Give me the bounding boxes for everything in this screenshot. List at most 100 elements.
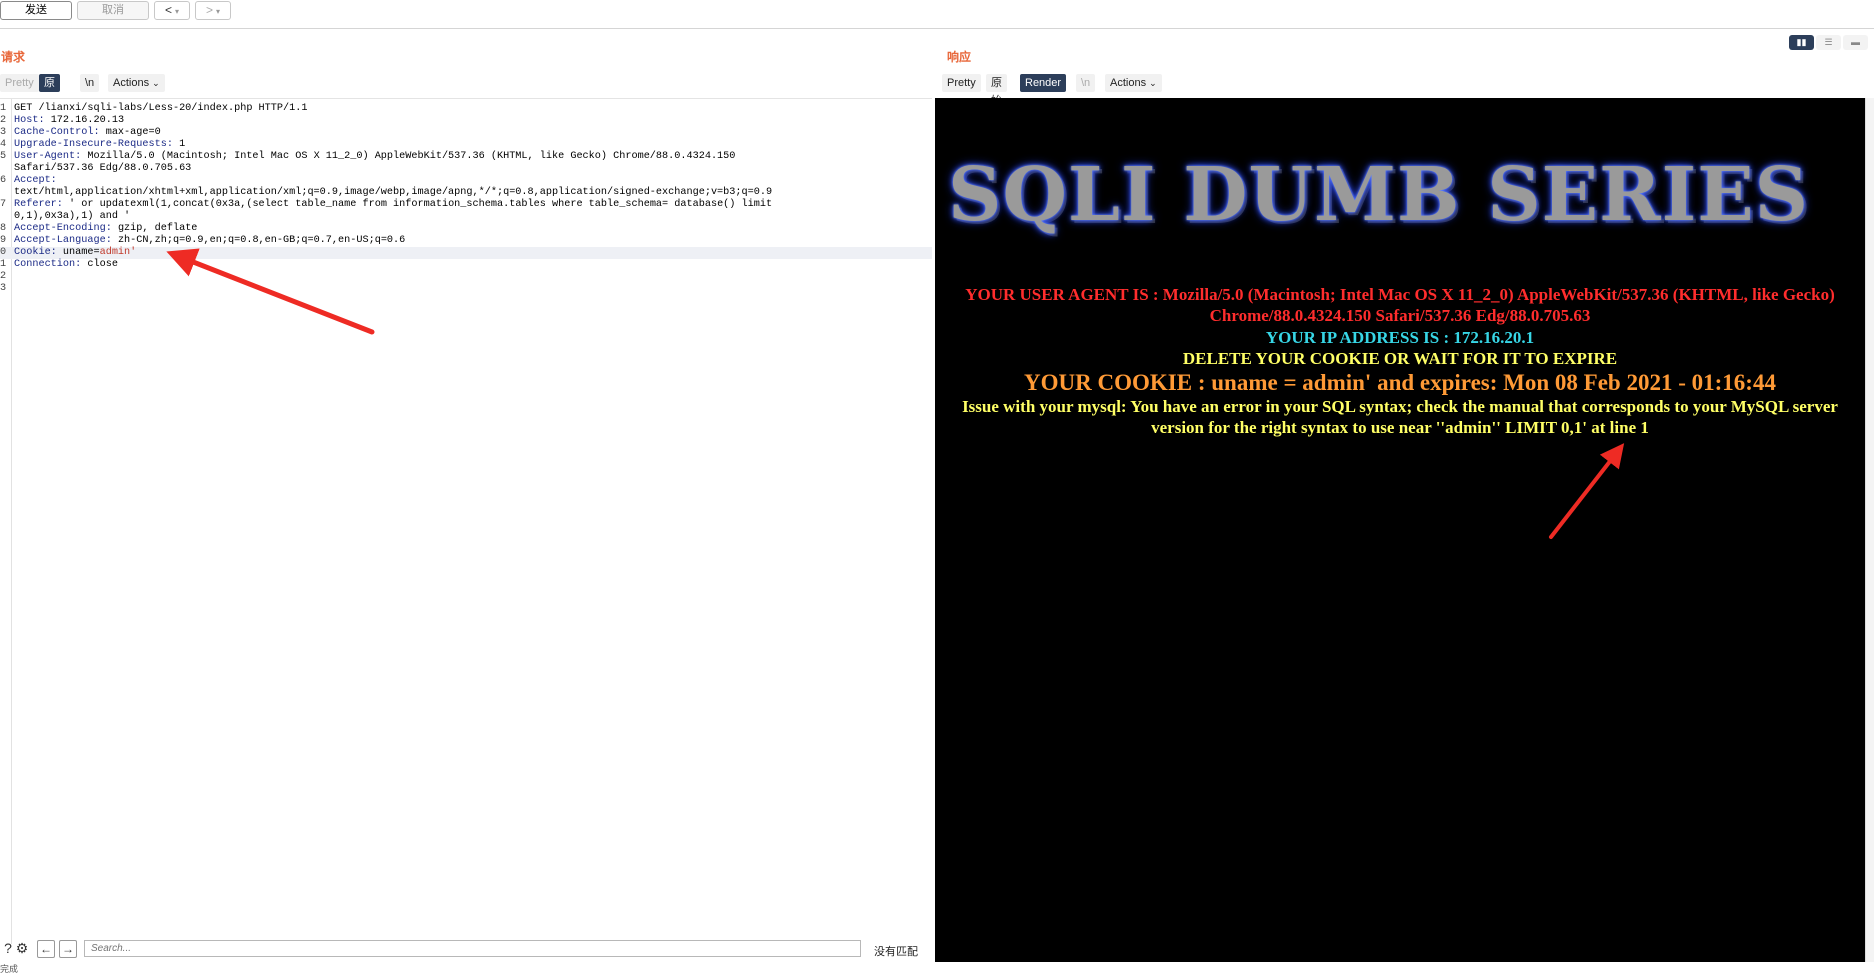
search-input[interactable] (84, 940, 861, 957)
line-text: Accept-Language: zh-CN,zh;q=0.9,en;q=0.8… (14, 235, 405, 247)
line-text: Upgrade-Insecure-Requests: 1 (14, 139, 185, 151)
line-number: 2 (0, 271, 7, 282)
tab-pretty[interactable]: Pretty (0, 74, 39, 92)
line-number: 7 (0, 199, 7, 210)
line-number: 9 (0, 235, 7, 246)
line-text: GET /lianxi/sqli-labs/Less-20/index.php … (14, 103, 307, 115)
line-number: 2 (0, 115, 7, 126)
line-text: text/html,application/xhtml+xml,applicat… (14, 187, 772, 199)
cancel-button[interactable]: 取消 (77, 1, 149, 20)
back-button[interactable]: < ▾ (154, 1, 190, 20)
header-name: Accept-Language: (14, 235, 112, 246)
header-value: 0,1),0x3a),1) and ' (14, 211, 131, 222)
line-text: 0,1),0x3a),1) and ' (14, 211, 130, 223)
line-number: 4 (0, 139, 7, 150)
line-number: 3 (0, 283, 7, 294)
line-text: Cache-Control: max-age=0 (14, 127, 161, 139)
actions-label: Actions (1110, 77, 1147, 89)
line-text: Safari/537.36 Edg/88.0.705.63 (14, 163, 191, 175)
sqli-banner: SQLI DUMB SERIES (948, 152, 1810, 238)
header-value: gzip, deflate (111, 223, 198, 234)
request-line[interactable]: 8 Accept-Encoding: gzip, deflate (0, 223, 932, 235)
request-editor[interactable]: 1 GET /lianxi/sqli-labs/Less-20/index.php… (0, 98, 932, 944)
request-line[interactable]: 7 Referer: ' or updatexml(1,concat(0x3a,(… (0, 199, 932, 211)
request-line[interactable]: 2 Host: 172.16.20.13 (0, 115, 932, 127)
request-line[interactable]: 3 Cache-Control: max-age=0 (0, 127, 932, 139)
forward-button[interactable]: > ▾ (195, 1, 231, 20)
line-text: Cookie: uname=admin' (14, 247, 136, 259)
forward-menu-icon[interactable]: ▾ (216, 7, 220, 16)
single-view-toggle[interactable]: ▬ (1843, 35, 1868, 50)
arrow-right-icon[interactable]: → (59, 940, 77, 958)
mysql-error-text: Issue with your mysql: You have an error… (962, 397, 1838, 437)
header-value: GET /lianxi/sqli-labs/Less-20/index.php … (14, 103, 308, 114)
request-line[interactable]: 1 GET /lianxi/sqli-labs/Less-20/index.php… (0, 103, 932, 115)
line-text: Host: 172.16.20.13 (14, 115, 124, 127)
line-number: 1 (0, 103, 7, 114)
line-text: Accept: (14, 175, 57, 187)
line-text: Referer: ' or updatexml(1,concat(0x3a,(s… (14, 199, 772, 211)
line-number: 6 (0, 175, 7, 186)
header-name: Connection: (14, 259, 82, 270)
header-value: Mozilla/5.0 (Macintosh; Intel Mac OS X 1… (81, 151, 736, 162)
back-menu-icon[interactable]: ▾ (175, 7, 179, 16)
header-value: close (81, 259, 118, 270)
header-name: Cookie: (14, 247, 57, 258)
request-line[interactable]: 2 (0, 271, 932, 283)
header-name: Referer: (14, 199, 63, 210)
line-text: Connection: close (14, 259, 118, 271)
response-panel-title: 响应 (947, 50, 972, 64)
request-line[interactable]: 6 Accept: (0, 175, 932, 187)
tab-render[interactable]: Render (1020, 74, 1067, 92)
header-name: Upgrade-Insecure-Requests: (14, 139, 173, 150)
line-number: 1 (0, 259, 7, 270)
header-value: Safari/537.36 Edg/88.0.705.63 (14, 163, 192, 174)
line-number: 0 (0, 247, 7, 258)
request-line[interactable]: text/html,application/xhtml+xml,applicat… (0, 187, 932, 199)
send-button[interactable]: 发送 (0, 1, 72, 20)
request-line[interactable]: 9 Accept-Language: zh-CN,zh;q=0.9,en;q=0.… (0, 235, 932, 247)
status-text: 完成 (0, 964, 19, 974)
ip-address-text: YOUR IP ADDRESS IS : 172.16.20.1 (1265, 328, 1535, 347)
line-number: 3 (0, 127, 7, 138)
actions-dropdown[interactable]: Actions ⌄ (108, 74, 165, 92)
request-line[interactable]: 5 User-Agent: Mozilla/5.0 (Macintosh; Int… (0, 151, 932, 163)
line-number: 8 (0, 223, 7, 234)
response-render-view: SQLI DUMB SERIES YOUR USER AGENT IS : Mo… (935, 98, 1865, 962)
tab-raw[interactable]: 原始 (39, 74, 60, 107)
tab-raw[interactable]: 原始 (986, 74, 1007, 107)
split-view-toggle[interactable]: ▮▮ (1789, 35, 1814, 50)
header-value: 172.16.20.13 (44, 115, 125, 126)
header-name: Accept-Encoding: (14, 223, 112, 234)
arrow-left-icon[interactable]: ← (37, 940, 55, 958)
line-text: User-Agent: Mozilla/5.0 (Macintosh; Inte… (14, 151, 735, 163)
cookie-text: YOUR COOKIE : uname = admin' and expires… (1024, 370, 1776, 395)
header-value: zh-CN,zh;q=0.9,en;q=0.8,en-GB;q=0.7,en-U… (111, 235, 406, 246)
back-arrow-icon: < (164, 3, 172, 17)
line-number: 5 (0, 151, 7, 162)
horizontal-view-toggle[interactable]: ☰ (1816, 35, 1841, 50)
request-search-bar: ? ⚙ ← → 没有匹配 (0, 938, 932, 962)
request-line[interactable]: 1 Connection: close (0, 259, 932, 271)
request-line[interactable]: 3 (0, 283, 932, 295)
chevron-down-icon: ⌄ (152, 78, 160, 88)
gear-icon[interactable]: ⚙ (14, 940, 30, 956)
chevron-down-icon: ⌄ (1149, 78, 1157, 88)
header-name: User-Agent: (14, 151, 82, 162)
tab-pretty[interactable]: Pretty (942, 74, 981, 92)
header-name: Cache-Control: (14, 127, 100, 138)
tab-newline[interactable]: \n (1076, 74, 1096, 92)
tab-newline[interactable]: \n (80, 74, 100, 92)
request-line[interactable]: Safari/537.36 Edg/88.0.705.63 (0, 163, 932, 175)
actions-dropdown[interactable]: Actions ⌄ (1105, 74, 1162, 92)
request-line[interactable]: 0 Cookie: uname=admin' (0, 247, 932, 259)
request-line[interactable]: 4 Upgrade-Insecure-Requests: 1 (0, 139, 932, 151)
line-text: Accept-Encoding: gzip, deflate (14, 223, 197, 235)
actions-label: Actions (113, 77, 150, 89)
response-scrollbar[interactable] (1865, 98, 1874, 962)
user-agent-text: YOUR USER AGENT IS : Mozilla/5.0 (Macint… (965, 285, 1835, 325)
cookie-payload: admin' (99, 247, 137, 258)
header-name: Host: (14, 115, 45, 126)
delete-cookie-text: DELETE YOUR COOKIE OR WAIT FOR IT TO EXP… (1182, 349, 1618, 368)
request-line[interactable]: 0,1),0x3a),1) and ' (0, 211, 932, 223)
